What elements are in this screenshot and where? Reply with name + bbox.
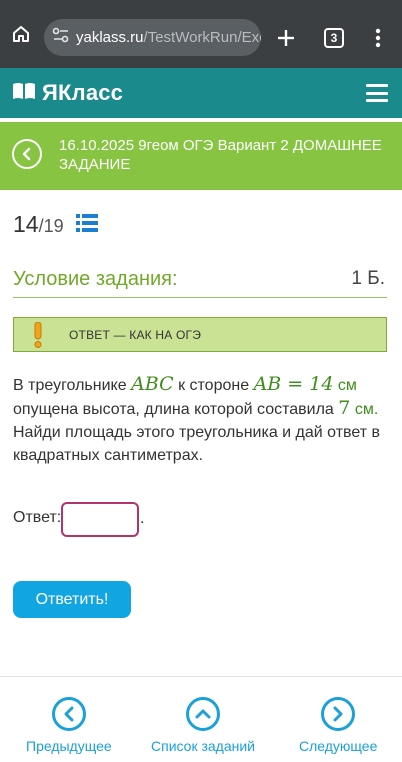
- math-side: AB = 14: [253, 373, 334, 395]
- task-text-part: к стороне: [173, 377, 254, 394]
- answer-input[interactable]: [61, 502, 139, 537]
- url-domain: yaklass.ru: [76, 29, 144, 46]
- hint-box: ОТВЕТ — КАК НА ОГЭ: [13, 317, 387, 352]
- work-title-bar: 16.10.2025 9геом ОГЭ Вариант 2 ДОМАШНЕЕ …: [0, 122, 402, 190]
- task-list-button[interactable]: Список заданий: [151, 697, 255, 754]
- site-settings-icon[interactable]: [52, 27, 70, 48]
- exclamation-icon: [33, 321, 43, 353]
- list-label: Список заданий: [151, 738, 256, 754]
- more-options-icon[interactable]: [375, 28, 381, 53]
- unit-cm: см: [333, 377, 357, 394]
- task-text-part: Найди площадь этого треугольника и дай о…: [13, 424, 381, 464]
- task-text-part: В треугольнике: [13, 377, 132, 394]
- tab-switcher-button[interactable]: 3: [324, 28, 344, 48]
- site-header: ЯКласс: [0, 68, 402, 118]
- math-height: 7: [338, 397, 351, 419]
- counter-total: /19: [38, 216, 64, 236]
- next-label: Следующее: [299, 738, 378, 754]
- condition-heading: Условие задания:: [13, 268, 178, 290]
- new-tab-icon[interactable]: [276, 28, 296, 53]
- submit-button[interactable]: Ответить!: [13, 581, 131, 618]
- task-text: В треугольнике ABC к стороне AB = 14 см …: [13, 373, 389, 467]
- hamburger-menu-icon[interactable]: [366, 84, 388, 102]
- url-bar[interactable]: yaklass.ru/TestWorkRun/Exerci: [44, 19, 261, 56]
- math-triangle: ABC: [131, 373, 174, 395]
- task-list-icon[interactable]: [76, 214, 98, 237]
- bottom-divider: [0, 676, 402, 677]
- condition-divider: [13, 297, 387, 298]
- work-title: 16.10.2025 9геом ОГЭ Вариант 2 ДОМАШНЕЕ …: [59, 137, 382, 173]
- prev-label: Предыдущее: [26, 738, 112, 754]
- next-exercise-button[interactable]: Следующее: [299, 697, 377, 754]
- site-logo[interactable]: ЯКласс: [12, 80, 123, 106]
- chevron-up-icon: [186, 697, 220, 731]
- browser-toolbar: yaklass.ru/TestWorkRun/Exerci 3: [0, 0, 402, 68]
- exercise-counter: 14/19: [13, 211, 64, 238]
- task-text-part: опущена высота, длина которой составила: [13, 401, 339, 418]
- chevron-left-icon: [22, 147, 31, 161]
- answer-suffix: .: [140, 510, 145, 527]
- points-badge: 1 Б.: [351, 268, 385, 289]
- back-button[interactable]: [12, 139, 42, 169]
- chevron-left-icon: [51, 697, 86, 731]
- answer-label: Ответ:: [13, 509, 62, 526]
- url-text: yaklass.ru/TestWorkRun/Exerci: [76, 29, 261, 46]
- chevron-right-icon: [321, 697, 356, 731]
- url-path: /TestWorkRun/Exerci: [143, 29, 261, 46]
- unit-cm: см.: [350, 401, 379, 418]
- logo-text: ЯКласс: [42, 80, 124, 105]
- counter-current: 14: [13, 211, 39, 237]
- prev-exercise-button[interactable]: Предыдущее: [26, 697, 112, 754]
- hint-text: ОТВЕТ — КАК НА ОГЭ: [69, 328, 202, 342]
- home-icon[interactable]: [0, 0, 42, 68]
- book-icon: [12, 81, 36, 106]
